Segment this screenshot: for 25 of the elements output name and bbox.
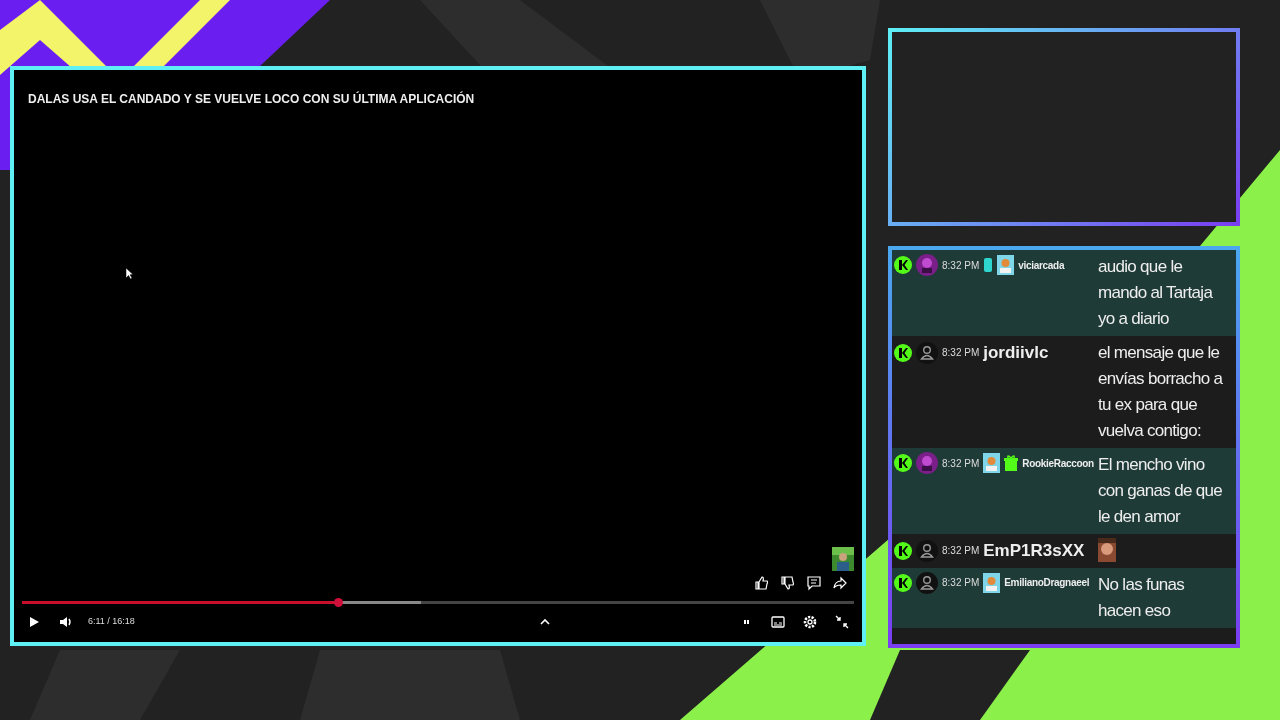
video-time: 6:11 / 16:18	[88, 615, 135, 629]
kick-icon	[894, 573, 912, 592]
chat-message: No las funas hacen eso	[1098, 573, 1186, 622]
kick-icon	[894, 343, 912, 362]
message-time: 8:32 PM	[942, 346, 980, 361]
message-time: 8:32 PM	[942, 258, 980, 273]
comment-icon[interactable]	[804, 573, 824, 593]
chat-username[interactable]: jordiivlc	[983, 340, 1049, 366]
message-time: 8:32 PM	[942, 544, 980, 559]
video-title: DALAS USA EL CANDADO Y SE VUELVE LOCO CON SU ÚLTIMA APLICACIÓN	[27, 90, 476, 108]
chat-username[interactable]: EmilianoDragnaeel	[1004, 575, 1090, 590]
kick-icon	[894, 454, 912, 472]
message-time: 8:32 PM	[942, 576, 980, 590]
kick-icon	[894, 256, 912, 274]
chat-message: El mencho vino con ganas de que le den amor	[1098, 454, 1223, 528]
message-time: 8:32 PM	[942, 456, 980, 471]
chat-message: audio que le mando al Tartaja yo a diario	[1098, 256, 1214, 330]
chat-message: el mensaje que le envías borracho a tu ex para que vuelva contigo:	[1098, 342, 1224, 442]
chat-username[interactable]: viciarcada	[1018, 257, 1065, 273]
chat-username[interactable]: RookieRaccoon	[1022, 455, 1094, 471]
progress-thumb[interactable]	[334, 598, 344, 607]
progress-bar[interactable]	[22, 601, 854, 604]
cursor-icon	[126, 268, 133, 279]
chat-username[interactable]: EmP1R3sXX	[983, 538, 1085, 564]
kick-icon	[894, 541, 912, 560]
